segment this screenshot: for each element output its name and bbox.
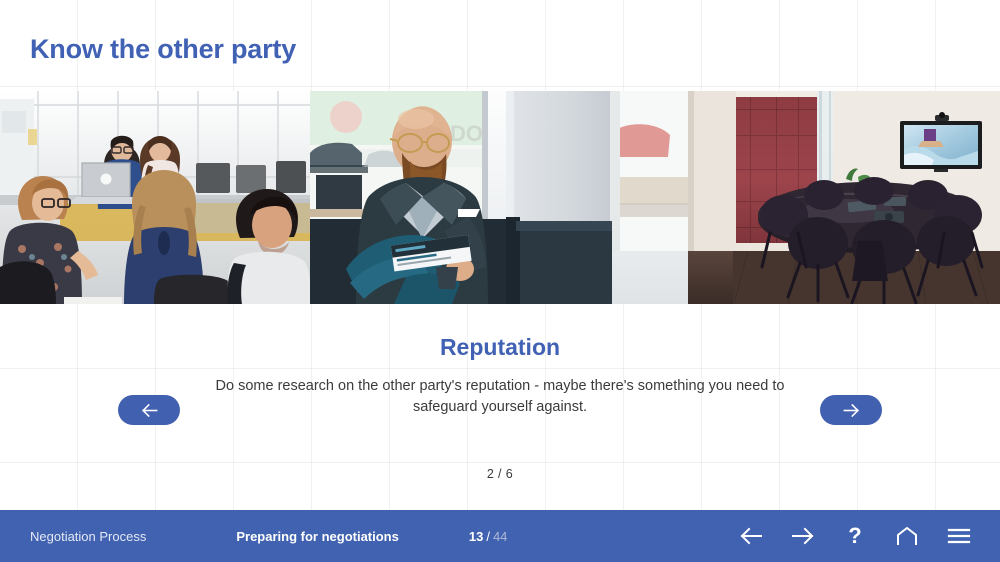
footer-home-button[interactable]: [890, 519, 924, 553]
question-mark-icon: ?: [848, 523, 862, 548]
footer-page-separator: /: [486, 528, 490, 544]
arrow-left-icon: [140, 403, 159, 418]
footer-course-name[interactable]: Negotiation Process: [30, 529, 146, 544]
footer-forward-button[interactable]: [786, 519, 820, 553]
page-title: Know the other party: [30, 34, 297, 64]
home-icon: [896, 526, 918, 546]
footer-bar: Negotiation Process Preparing for negoti…: [0, 510, 1000, 562]
carousel-counter: 2 / 6: [486, 467, 514, 481]
footer-back-button[interactable]: [734, 519, 768, 553]
carousel-body-text: Do some research on the other party's re…: [215, 378, 785, 415]
carousel-heading: Reputation: [439, 334, 561, 360]
footer-page-indicator: 13/44: [469, 529, 508, 544]
photo-strip: DO: [0, 91, 1000, 304]
carousel-next-button[interactable]: [820, 395, 882, 425]
arrow-right-icon: [842, 403, 861, 418]
photo-man-reading: DO: [310, 91, 688, 304]
carousel-prev-button[interactable]: [118, 395, 180, 425]
footer-breadcrumb: Negotiation Process Preparing for negoti…: [0, 529, 734, 544]
footer-page-total: 44: [492, 528, 508, 544]
footer-help-button[interactable]: ?: [838, 519, 872, 553]
arrow-right-icon: [791, 527, 815, 545]
arrow-left-icon: [739, 527, 763, 545]
footer-actions: ?: [734, 519, 1000, 553]
hamburger-menu-icon: [947, 527, 971, 545]
photo-office-team: [0, 91, 310, 304]
photo-conference-room: [688, 91, 1000, 304]
footer-page-current: 13: [468, 528, 484, 544]
slide-canvas: Know the other party DO Reputation Do so…: [0, 0, 1000, 562]
footer-menu-button[interactable]: [942, 519, 976, 553]
svg-text:DO: DO: [450, 121, 483, 146]
footer-lesson-name[interactable]: Preparing for negotiations: [236, 529, 399, 544]
